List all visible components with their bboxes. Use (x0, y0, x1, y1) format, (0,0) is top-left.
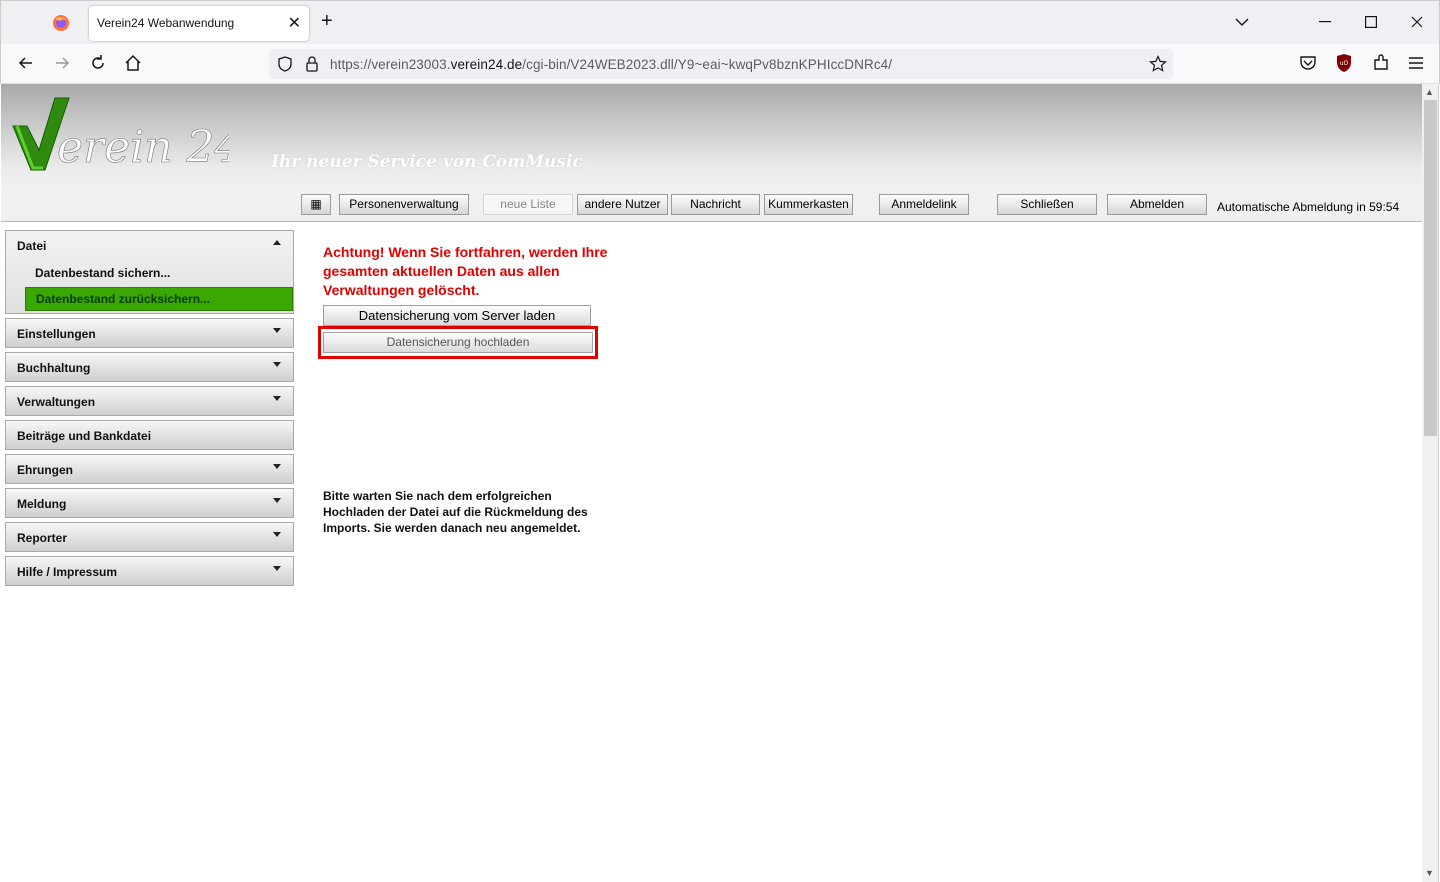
forward-icon[interactable] (52, 53, 72, 73)
scroll-up-icon[interactable]: ▲ (1425, 87, 1434, 97)
app-toolbar: ▦ Personenverwaltung neue Liste andere N… (1, 190, 1422, 222)
ublock-icon[interactable]: uO (1334, 53, 1354, 73)
sidebar-section-datei: Datei Datenbestand sichern... Datenbesta… (5, 230, 294, 314)
bookmark-star-icon[interactable] (1149, 55, 1167, 73)
home-icon[interactable] (123, 53, 143, 73)
firefox-icon (53, 15, 69, 31)
scrollbar-thumb[interactable] (1424, 100, 1437, 436)
sidebar-section-label[interactable]: Datei (17, 239, 46, 253)
svg-text:erein 24: erein 24 (57, 122, 229, 173)
info-text: Bitte warten Sie nach dem erfolgreichen … (323, 489, 588, 535)
sidebar-section-buchhaltung[interactable]: Buchhaltung (5, 352, 294, 382)
chevron-up-icon[interactable] (273, 240, 281, 245)
sidebar-section-label: Verwaltungen (17, 395, 96, 409)
sidebar-section-label: Reporter (17, 531, 68, 545)
address-bar[interactable]: https://verein23003.verein24.de/cgi-bin/… (269, 49, 1173, 79)
anmeldelink-button[interactable]: Anmeldelink (879, 194, 969, 215)
abmelden-button[interactable]: Abmelden (1107, 194, 1207, 215)
auto-logout-timer: Automatische Abmeldung in 59:54 (1217, 200, 1400, 214)
close-tab-icon[interactable]: ✕ (288, 13, 301, 33)
page: erein 24 Ihr neuer Service von ComMusic … (1, 84, 1422, 882)
tab-title: Verein24 Webanwendung (97, 16, 235, 30)
upload-backup-button[interactable]: Datensicherung hochladen (323, 332, 593, 353)
svg-text:uO: uO (1340, 60, 1349, 67)
neue-liste-button[interactable]: neue Liste (483, 194, 573, 215)
header-slogan: Ihr neuer Service von ComMusic (271, 152, 583, 172)
browser-nav-bar: https://verein23003.verein24.de/cgi-bin/… (0, 44, 1440, 84)
browser-tab-active[interactable]: Verein24 Webanwendung ✕ (89, 6, 309, 41)
kummerkasten-button[interactable]: Kummerkasten (764, 194, 853, 215)
reload-icon[interactable] (88, 53, 108, 73)
chevron-down-icon (273, 362, 281, 367)
sidebar-section-ehrungen[interactable]: Ehrungen (5, 454, 294, 484)
chevron-down-icon (273, 498, 281, 503)
sidebar-section-label: Beiträge und Bankdatei (17, 429, 152, 443)
lock-icon[interactable] (305, 56, 319, 72)
hamburger-menu-icon[interactable] (1406, 53, 1426, 73)
sidebar-item-datenbestand-zuruecksichern[interactable]: Datenbestand zurücksichern... (25, 287, 293, 311)
chevron-down-icon (273, 464, 281, 469)
warning-text: Achtung! Wenn Sie fortfahren, werden Ihr… (323, 244, 608, 298)
sidebar-section-meldung[interactable]: Meldung (5, 488, 294, 518)
sidebar-section-verwaltungen[interactable]: Verwaltungen (5, 386, 294, 416)
new-tab-button[interactable]: + (321, 11, 333, 31)
pocket-icon[interactable] (1298, 53, 1318, 73)
sidebar-section-hilfe[interactable]: Hilfe / Impressum (5, 556, 294, 586)
sidebar-item-datenbestand-sichern[interactable]: Datenbestand sichern... (25, 261, 293, 285)
sidebar-section-label: Hilfe / Impressum (17, 565, 118, 579)
load-from-server-button[interactable]: Datensicherung vom Server laden (323, 305, 591, 326)
list-all-tabs-icon[interactable] (1235, 17, 1249, 27)
personenverwaltung-button[interactable]: Personenverwaltung (339, 194, 469, 215)
chevron-down-icon (273, 566, 281, 571)
extensions-icon[interactable] (1371, 53, 1391, 73)
site-header: erein 24 Ihr neuer Service von ComMusic (1, 84, 1422, 190)
minimize-icon[interactable] (1319, 21, 1331, 23)
scroll-down-icon[interactable]: ▼ (1425, 868, 1434, 878)
chevron-down-icon (273, 396, 281, 401)
maximize-icon[interactable] (1365, 16, 1377, 28)
sidebar-section-label: Buchhaltung (17, 361, 91, 375)
sidebar-section-label: Einstellungen (17, 327, 96, 341)
chevron-down-icon (273, 532, 281, 537)
nachricht-button[interactable]: Nachricht (671, 194, 760, 215)
url-text[interactable]: https://verein23003.verein24.de/cgi-bin/… (330, 57, 892, 72)
menu-grid-button[interactable]: ▦ (301, 194, 331, 215)
chevron-down-icon (273, 328, 281, 333)
sidebar-section-einstellungen[interactable]: Einstellungen (5, 318, 294, 348)
browser-tab-bar: Verein24 Webanwendung ✕ + (0, 0, 1440, 44)
andere-nutzer-button[interactable]: andere Nutzer (577, 194, 668, 215)
close-window-icon[interactable] (1411, 16, 1423, 28)
page-scrollbar[interactable]: ▲ ▼ (1422, 84, 1439, 882)
verein24-logo: erein 24 (12, 97, 229, 173)
schliessen-button[interactable]: Schließen (997, 194, 1097, 215)
sidebar-section-beitraege[interactable]: Beiträge und Bankdatei (5, 420, 294, 450)
back-icon[interactable] (16, 53, 36, 73)
shield-icon[interactable] (277, 56, 293, 72)
sidebar-section-label: Meldung (17, 497, 67, 511)
sidebar-section-reporter[interactable]: Reporter (5, 522, 294, 552)
sidebar-section-label: Ehrungen (17, 463, 73, 477)
